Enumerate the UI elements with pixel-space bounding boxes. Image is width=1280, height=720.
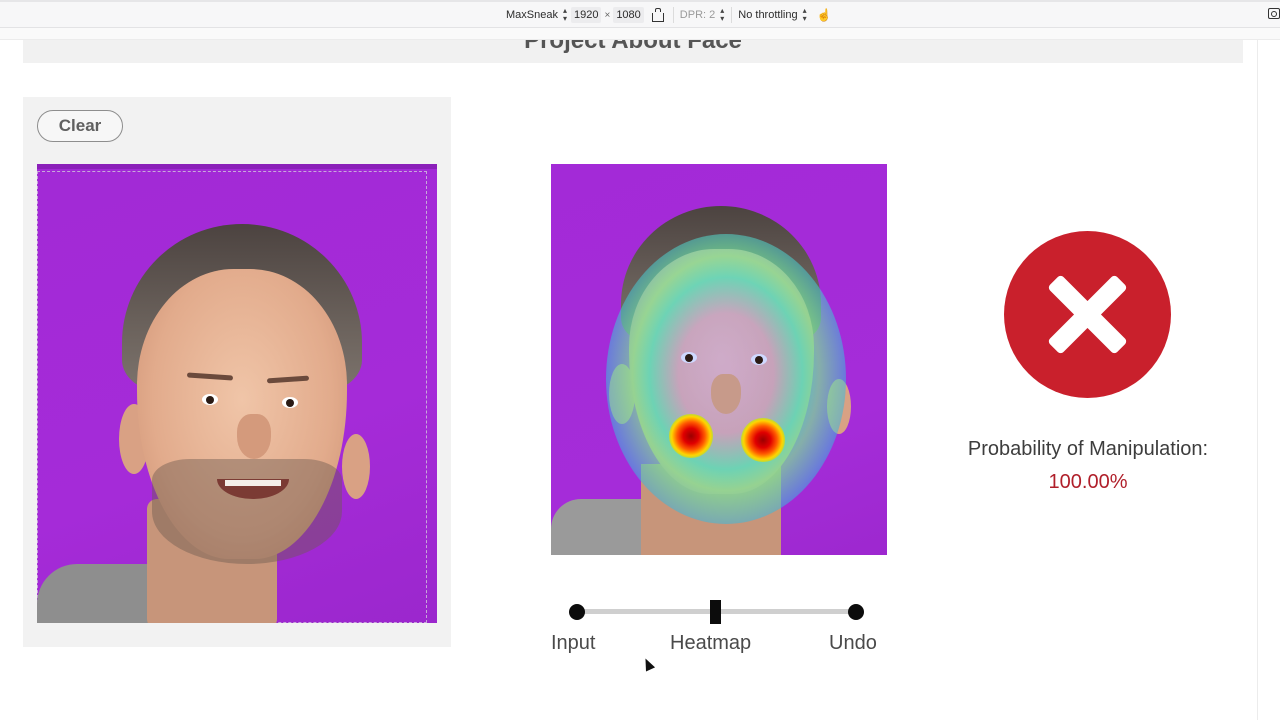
device-name: MaxSneak	[506, 9, 558, 21]
rotate-icon[interactable]	[651, 7, 664, 22]
updown-arrows-icon: ▴ ▾	[802, 6, 807, 23]
capture-screenshot-icon[interactable]	[1268, 8, 1280, 19]
viewport-height-input[interactable]: 1080	[613, 7, 644, 23]
view-mode-slider[interactable]	[569, 600, 864, 624]
slider-label-heatmap[interactable]: Heatmap	[670, 632, 751, 655]
slider-stop-undo[interactable]	[848, 604, 864, 620]
face-photo	[37, 169, 437, 623]
divider	[731, 7, 733, 23]
slider-label-input[interactable]: Input	[551, 632, 595, 655]
heatmap-hotspot	[741, 418, 785, 462]
updown-arrows-icon: ▴ ▾	[720, 6, 725, 23]
device-select[interactable]: MaxSneak ▴ ▾	[503, 7, 571, 23]
dimension-separator: ×	[604, 9, 611, 21]
slider-thumb[interactable]	[710, 600, 721, 624]
input-image-dropzone[interactable]	[37, 164, 437, 623]
slider-label-undo[interactable]: Undo	[829, 632, 877, 655]
divider	[672, 7, 674, 23]
probability-value: 100.00%	[1048, 471, 1128, 493]
page-title: Project About Face	[524, 40, 742, 54]
input-panel: Clear	[23, 97, 451, 647]
page-edge	[1257, 40, 1258, 720]
updown-arrows-icon: ▴ ▾	[562, 6, 567, 23]
dpr-select[interactable]: DPR: 2 ▴ ▾	[677, 7, 728, 23]
clear-button[interactable]: Clear	[37, 110, 123, 142]
touch-icon[interactable]: ☝	[817, 8, 832, 22]
heatmap-face	[551, 164, 887, 555]
slider-stop-input[interactable]	[569, 604, 585, 620]
heatmap-image	[551, 164, 887, 555]
dpr-label: DPR: 2	[679, 9, 716, 21]
x-circle-icon	[1004, 231, 1171, 398]
viewport-width-input[interactable]: 1920	[570, 7, 602, 23]
devtools-device-toolbar: MaxSneak ▴ ▾ 1920 × 1080 DPR: 2 ▴ ▾ No thr…	[0, 0, 1280, 28]
page-header: Project About Face	[23, 40, 1243, 63]
device-controls: MaxSneak ▴ ▾ 1920 × 1080 DPR: 2 ▴ ▾ No thr…	[503, 5, 832, 25]
throttling-select[interactable]: No throttling ▴ ▾	[735, 7, 810, 23]
mouse-cursor-icon	[640, 656, 656, 672]
probability-label: Probability of Manipulation:	[967, 438, 1209, 460]
devtools-ruler	[0, 28, 1280, 40]
throttling-label: No throttling	[738, 9, 798, 21]
heatmap-hotspot	[669, 414, 713, 458]
